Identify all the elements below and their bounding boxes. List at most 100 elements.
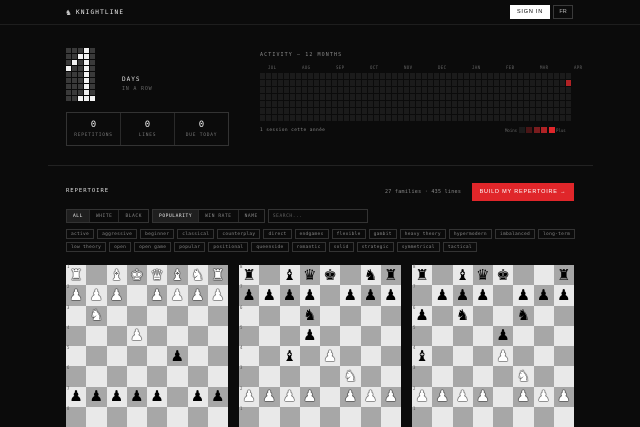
activity-cell[interactable] bbox=[308, 115, 313, 121]
activity-cell[interactable] bbox=[380, 115, 385, 121]
activity-cell[interactable] bbox=[416, 87, 421, 93]
board-square[interactable] bbox=[86, 265, 107, 286]
sort-win-rate[interactable]: WIN RATE bbox=[199, 210, 239, 222]
board-square[interactable]: ♟ bbox=[187, 386, 208, 407]
tag-chip[interactable]: solid bbox=[328, 242, 354, 252]
activity-cell[interactable] bbox=[260, 87, 265, 93]
board-square[interactable] bbox=[167, 325, 188, 346]
brand[interactable]: ♞ KNIGHTLINE bbox=[66, 8, 124, 17]
activity-cell[interactable] bbox=[470, 115, 475, 121]
activity-cell[interactable] bbox=[308, 94, 313, 100]
activity-cell[interactable] bbox=[308, 87, 313, 93]
activity-cell[interactable] bbox=[428, 101, 433, 107]
board-square[interactable] bbox=[147, 305, 168, 326]
activity-cell[interactable] bbox=[452, 87, 457, 93]
activity-cell[interactable] bbox=[554, 87, 559, 93]
activity-cell[interactable] bbox=[506, 94, 511, 100]
activity-cell[interactable] bbox=[338, 87, 343, 93]
activity-cell[interactable] bbox=[374, 101, 379, 107]
activity-cell[interactable] bbox=[560, 94, 565, 100]
board-square[interactable] bbox=[207, 346, 228, 367]
activity-cell[interactable] bbox=[308, 101, 313, 107]
activity-cell[interactable] bbox=[506, 108, 511, 114]
tag-chip[interactable]: gambit bbox=[368, 229, 397, 239]
activity-cell[interactable] bbox=[416, 73, 421, 79]
board-square[interactable]: ♟ bbox=[259, 386, 280, 407]
activity-cell[interactable] bbox=[404, 115, 409, 121]
activity-cell[interactable] bbox=[344, 94, 349, 100]
activity-cell[interactable] bbox=[296, 115, 301, 121]
board-square[interactable] bbox=[472, 325, 493, 346]
activity-cell[interactable] bbox=[458, 94, 463, 100]
activity-cell[interactable] bbox=[440, 87, 445, 93]
activity-cell[interactable] bbox=[488, 115, 493, 121]
activity-cell[interactable] bbox=[410, 115, 415, 121]
activity-cell[interactable] bbox=[548, 73, 553, 79]
board-square[interactable] bbox=[493, 366, 514, 387]
tag-chip[interactable]: open game bbox=[134, 242, 172, 252]
activity-cell[interactable] bbox=[548, 94, 553, 100]
activity-cell[interactable] bbox=[518, 87, 523, 93]
board-square[interactable] bbox=[360, 406, 381, 427]
activity-cell[interactable] bbox=[296, 87, 301, 93]
board-square[interactable]: ♟ bbox=[147, 285, 168, 306]
activity-cell[interactable] bbox=[368, 94, 373, 100]
activity-cell[interactable] bbox=[518, 101, 523, 107]
board-square[interactable] bbox=[513, 265, 534, 286]
activity-cell[interactable] bbox=[518, 80, 523, 86]
activity-cell[interactable] bbox=[524, 108, 529, 114]
activity-cell[interactable] bbox=[458, 108, 463, 114]
activity-cell[interactable] bbox=[560, 115, 565, 121]
activity-cell[interactable] bbox=[344, 73, 349, 79]
activity-cell[interactable] bbox=[554, 115, 559, 121]
board-square[interactable] bbox=[380, 346, 401, 367]
activity-cell[interactable] bbox=[380, 87, 385, 93]
activity-cell[interactable] bbox=[314, 115, 319, 121]
board-square[interactable]: 3 bbox=[239, 366, 260, 387]
activity-cell[interactable] bbox=[278, 101, 283, 107]
activity-cell[interactable] bbox=[434, 80, 439, 86]
board-square[interactable]: ♞ bbox=[513, 305, 534, 326]
activity-cell[interactable] bbox=[536, 101, 541, 107]
activity-cell[interactable] bbox=[506, 73, 511, 79]
board-square[interactable]: ♟ bbox=[106, 386, 127, 407]
activity-cell[interactable] bbox=[338, 115, 343, 121]
board-square[interactable]: ♟ bbox=[533, 386, 554, 407]
board-square[interactable]: ♝ bbox=[279, 346, 300, 367]
activity-cell[interactable] bbox=[446, 80, 451, 86]
board-square[interactable]: ♞ bbox=[299, 305, 320, 326]
board-square[interactable]: ♝ bbox=[167, 265, 188, 286]
activity-cell[interactable] bbox=[356, 87, 361, 93]
board-square[interactable]: 7 bbox=[412, 285, 433, 306]
board-square[interactable] bbox=[340, 325, 361, 346]
activity-cell[interactable] bbox=[284, 80, 289, 86]
board-square[interactable]: ♟ bbox=[320, 346, 341, 367]
board-square[interactable] bbox=[432, 265, 453, 286]
activity-cell[interactable] bbox=[488, 94, 493, 100]
activity-cell[interactable] bbox=[296, 73, 301, 79]
board-square[interactable] bbox=[513, 346, 534, 367]
board-square[interactable]: 5 bbox=[239, 325, 260, 346]
activity-cell[interactable] bbox=[398, 101, 403, 107]
activity-cell[interactable] bbox=[362, 94, 367, 100]
activity-cell[interactable] bbox=[482, 80, 487, 86]
board-square[interactable]: 8 bbox=[66, 406, 87, 427]
board-square[interactable] bbox=[207, 366, 228, 387]
activity-cell[interactable] bbox=[410, 94, 415, 100]
board-square[interactable] bbox=[553, 305, 574, 326]
activity-cell[interactable] bbox=[392, 80, 397, 86]
activity-cell[interactable] bbox=[350, 115, 355, 121]
board-square[interactable]: 3 bbox=[412, 366, 433, 387]
activity-cell[interactable] bbox=[554, 94, 559, 100]
activity-cell[interactable] bbox=[446, 115, 451, 121]
board-square[interactable] bbox=[259, 406, 280, 427]
activity-cell[interactable] bbox=[428, 80, 433, 86]
board-square[interactable]: ♟ bbox=[432, 386, 453, 407]
activity-cell[interactable] bbox=[320, 80, 325, 86]
board-square[interactable]: 6 bbox=[239, 305, 260, 326]
activity-cell[interactable] bbox=[278, 73, 283, 79]
board-square[interactable] bbox=[126, 305, 147, 326]
activity-cell[interactable] bbox=[266, 101, 271, 107]
activity-cell[interactable] bbox=[368, 73, 373, 79]
activity-cell[interactable] bbox=[314, 80, 319, 86]
